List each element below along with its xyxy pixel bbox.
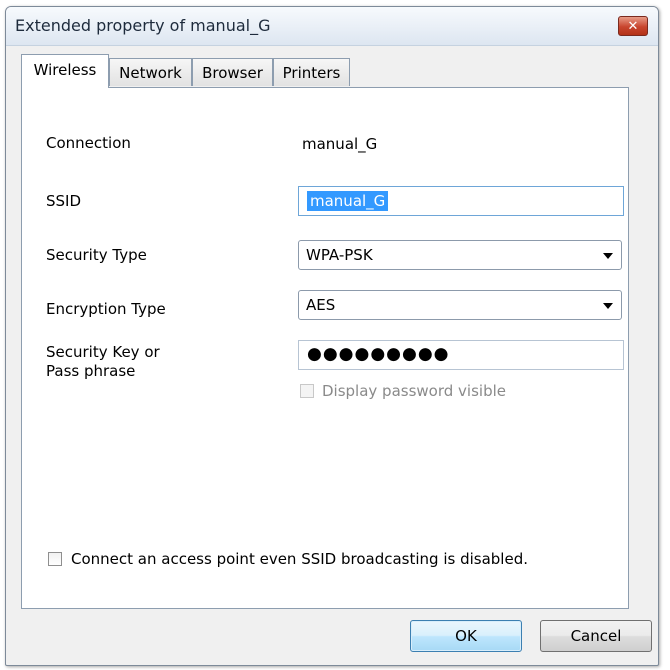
security-key-value: ●●●●●●●●● — [307, 344, 450, 364]
ssid-value: manual_G — [307, 191, 389, 211]
display-password-label: Display password visible — [322, 382, 506, 400]
security-type-select[interactable]: WPA-PSK — [298, 240, 622, 270]
form-layer: Connection manual_G SSID manual_G Securi… — [0, 0, 670, 670]
encryption-type-select[interactable]: AES — [298, 290, 622, 320]
cancel-button[interactable]: Cancel — [540, 620, 652, 652]
security-key-label-line1: Security Key or — [46, 343, 160, 361]
security-key-input[interactable]: ●●●●●●●●● — [298, 340, 624, 370]
ssid-label: SSID — [46, 192, 82, 210]
hidden-ssid-checkbox[interactable] — [48, 552, 62, 566]
connection-value: manual_G — [302, 135, 378, 153]
security-key-label-line2: Pass phrase — [46, 362, 136, 380]
ok-button-label: OK — [455, 627, 477, 645]
cancel-button-label: Cancel — [570, 627, 622, 645]
chevron-down-icon — [603, 303, 613, 309]
connection-label: Connection — [46, 134, 131, 152]
security-type-label: Security Type — [46, 246, 147, 264]
ssid-input[interactable]: manual_G — [298, 186, 624, 216]
ok-button[interactable]: OK — [410, 620, 522, 652]
hidden-ssid-label: Connect an access point even SSID broadc… — [71, 550, 528, 568]
display-password-checkbox[interactable] — [300, 384, 314, 398]
security-type-value: WPA-PSK — [306, 246, 373, 264]
encryption-type-label: Encryption Type — [46, 300, 166, 318]
encryption-type-value: AES — [306, 296, 336, 314]
chevron-down-icon — [603, 253, 613, 259]
